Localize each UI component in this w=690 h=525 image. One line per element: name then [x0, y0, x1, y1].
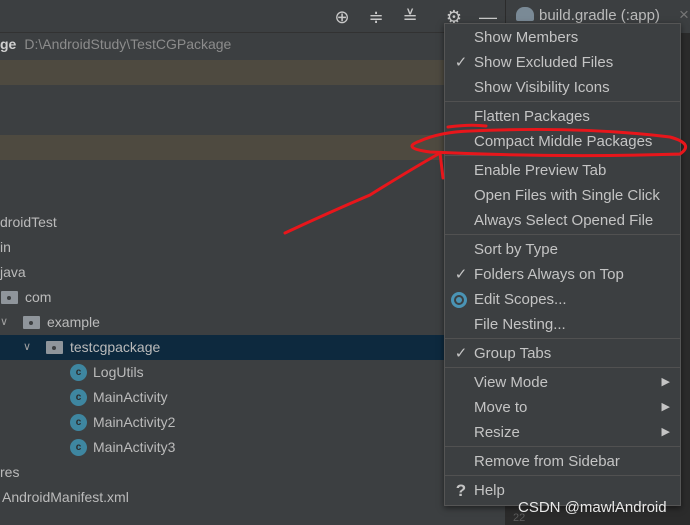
menu-item-label: Show Members — [474, 29, 579, 46]
menu-item-label: Show Visibility Icons — [474, 79, 610, 96]
menu-item-open-files-single-click[interactable]: Open Files with Single Click — [445, 183, 680, 208]
class-icon: c — [70, 364, 87, 381]
gradle-elephant-icon — [516, 7, 534, 21]
menu-item-label: Group Tabs — [474, 345, 552, 362]
tree-item-label: com — [25, 289, 52, 305]
menu-item-edit-scopes[interactable]: Edit Scopes... — [445, 287, 680, 312]
menu-separator — [445, 475, 680, 476]
menu-item-move-to[interactable]: Move to ▶ — [445, 395, 680, 420]
menu-item-label: Open Files with Single Click — [474, 187, 660, 204]
menu-separator — [445, 155, 680, 156]
check-icon: ✓ — [454, 54, 468, 71]
menu-item-enable-preview-tab[interactable]: Enable Preview Tab — [445, 158, 680, 183]
tree-item[interactable]: c LogUtils — [70, 360, 144, 385]
tree-item[interactable]: java — [0, 260, 26, 285]
tree-item-label: java — [0, 264, 26, 280]
tab-title: build.gradle (:app) — [539, 7, 660, 24]
project-toolbar: ⊕ ≑ ≚ ⚙ — — [0, 0, 510, 33]
tree-item[interactable]: droidTest — [0, 210, 57, 235]
class-icon: c — [70, 389, 87, 406]
menu-separator — [445, 338, 680, 339]
package-folder-icon — [46, 341, 63, 354]
tree-item[interactable]: c MainActivity2 — [70, 410, 175, 435]
tree-item-label: in — [0, 239, 11, 255]
menu-item-view-mode[interactable]: View Mode ▶ — [445, 370, 680, 395]
watermark: CSDN @mawlAndroid — [518, 499, 667, 516]
tree-item[interactable]: c MainActivity3 — [70, 435, 175, 460]
menu-item-label: Compact Middle Packages — [474, 133, 653, 150]
collapse-all-icon[interactable]: ≚ — [399, 6, 421, 28]
check-icon: ✓ — [454, 345, 468, 362]
tree-item-label: res — [0, 464, 20, 480]
scope-radio-icon — [451, 292, 467, 308]
class-icon: c — [70, 414, 87, 431]
menu-item-label: Resize — [474, 424, 520, 441]
tree-item-label: testcgpackage — [70, 339, 161, 355]
close-icon[interactable]: × — [679, 5, 689, 25]
menu-item-always-select-opened-file[interactable]: Always Select Opened File — [445, 208, 680, 233]
help-icon: ? — [455, 481, 467, 500]
expand-all-icon[interactable]: ≑ — [365, 6, 387, 28]
tree-item[interactable]: res — [0, 460, 19, 485]
tree-item[interactable]: com — [1, 285, 51, 310]
menu-item-resize[interactable]: Resize ▶ — [445, 420, 680, 445]
menu-item-label: Remove from Sidebar — [474, 453, 620, 470]
check-icon: ✓ — [454, 266, 468, 283]
package-folder-icon — [1, 291, 18, 304]
submenu-arrow-icon: ▶ — [661, 376, 670, 388]
menu-item-remove-from-sidebar[interactable]: Remove from Sidebar — [445, 449, 680, 474]
menu-separator — [445, 367, 680, 368]
tree-item-label: MainActivity3 — [93, 439, 176, 455]
menu-item-label: Flatten Packages — [474, 108, 590, 125]
menu-separator — [445, 234, 680, 235]
menu-item-file-nesting[interactable]: File Nesting... — [445, 312, 680, 337]
chevron-down-icon[interactable]: ∨ — [0, 310, 14, 335]
tree-item-label: MainActivity2 — [93, 414, 176, 430]
project-name: ge — [0, 36, 17, 52]
project-root-row[interactable]: ge D:\AndroidStudy\TestCGPackage — [0, 36, 231, 58]
menu-separator — [445, 446, 680, 447]
menu-item-label: File Nesting... — [474, 316, 566, 333]
menu-item-sort-by-type[interactable]: Sort by Type — [445, 237, 680, 262]
tree-item-label: LogUtils — [93, 364, 144, 380]
menu-item-label: Show Excluded Files — [474, 54, 614, 71]
menu-item-flatten-packages[interactable]: Flatten Packages — [445, 104, 680, 129]
tree-item-label: AndroidManifest.xml — [2, 489, 129, 505]
menu-item-show-members[interactable]: Show Members — [445, 25, 680, 50]
submenu-arrow-icon: ▶ — [661, 401, 670, 413]
tree-item-label: MainActivity — [93, 389, 168, 405]
class-icon: c — [70, 439, 87, 456]
menu-item-folders-always-on-top[interactable]: ✓ Folders Always on Top — [445, 262, 680, 287]
tree-item[interactable]: ∨ example — [0, 310, 100, 335]
highlighted-row — [0, 135, 444, 160]
menu-item-label: Move to — [474, 399, 528, 416]
annotation-arrow — [283, 150, 445, 235]
submenu-arrow-icon: ▶ — [661, 426, 670, 438]
menu-item-show-excluded-files[interactable]: ✓ Show Excluded Files — [445, 50, 680, 75]
menu-separator — [445, 101, 680, 102]
menu-item-group-tabs[interactable]: ✓ Group Tabs — [445, 341, 680, 366]
tree-item[interactable]: c MainActivity — [70, 385, 168, 410]
highlighted-row — [0, 60, 444, 85]
menu-item-label: Enable Preview Tab — [474, 162, 607, 179]
project-path: D:\AndroidStudy\TestCGPackage — [24, 36, 232, 52]
tree-item[interactable]: in — [0, 235, 11, 260]
menu-item-compact-middle-packages[interactable]: Compact Middle Packages — [445, 129, 680, 154]
tree-item-label: example — [47, 314, 100, 330]
chevron-down-icon[interactable]: ∨ — [23, 335, 37, 360]
menu-item-label: Folders Always on Top — [474, 266, 624, 283]
tree-item-label: droidTest — [0, 214, 57, 230]
locate-icon[interactable]: ⊕ — [331, 6, 353, 28]
options-menu: Show Members ✓ Show Excluded Files Show V… — [444, 23, 681, 506]
menu-item-show-visibility-icons[interactable]: Show Visibility Icons — [445, 75, 680, 100]
tree-item-selected[interactable]: ∨ testcgpackage — [23, 335, 160, 360]
package-folder-icon — [23, 316, 40, 329]
menu-item-label: Sort by Type — [474, 241, 558, 258]
menu-item-label: View Mode — [474, 374, 548, 391]
tree-item[interactable]: AndroidManifest.xml — [2, 485, 129, 510]
menu-item-label: Always Select Opened File — [474, 212, 654, 229]
menu-item-label: Edit Scopes... — [474, 291, 567, 308]
menu-item-label: Help — [474, 482, 505, 499]
